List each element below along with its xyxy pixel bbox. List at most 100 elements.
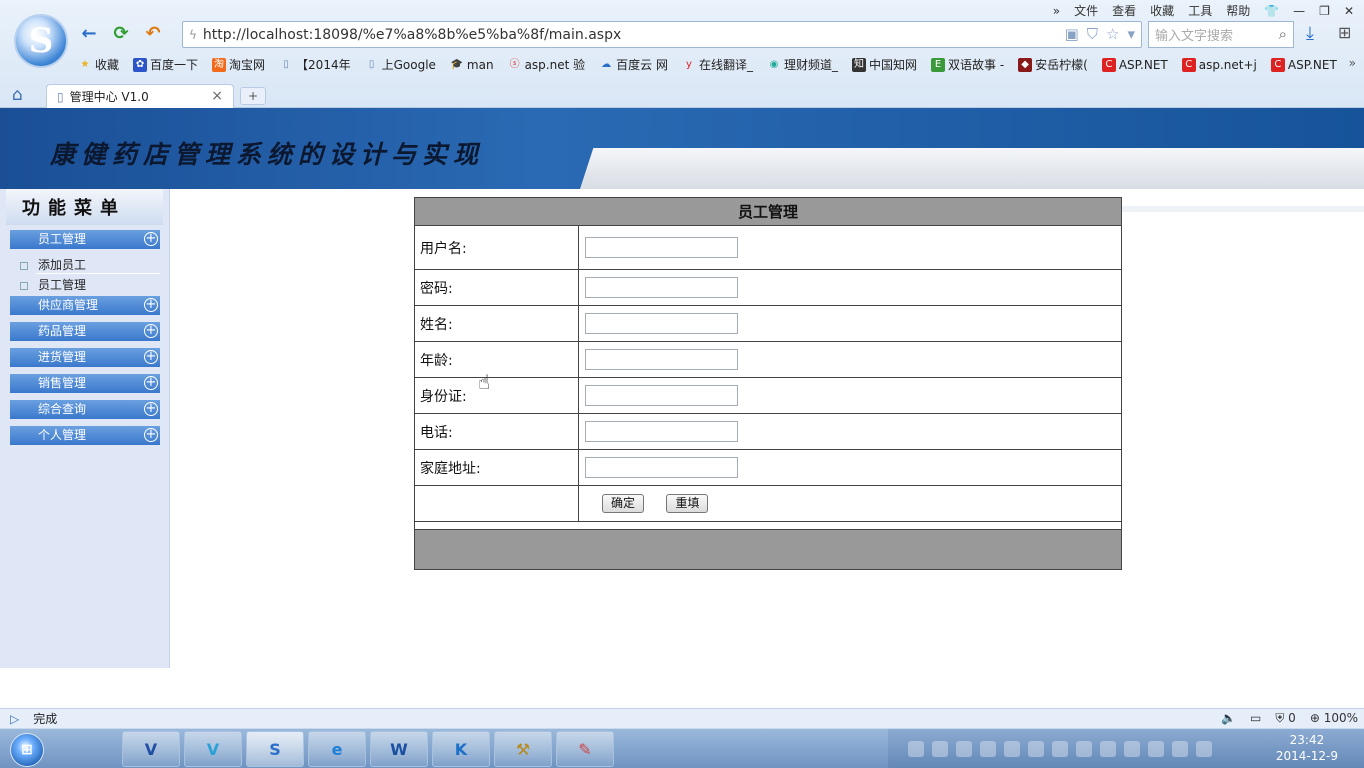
bookmark-aspnet-verify[interactable]: ⓢ asp.net 验 [508,56,586,73]
address-label: 家庭地址: [414,449,579,486]
name-field[interactable] [585,313,738,334]
expand-icon[interactable]: + [144,402,158,416]
taskbar-v-app-icon[interactable]: V [184,731,242,767]
apps-grid-icon[interactable]: ⊞ [1338,23,1351,42]
start-button[interactable]: ⊞ [10,733,44,767]
bookmark-favorites[interactable]: ★ 收藏 [78,56,120,73]
tab-strip: ⌂ ▯ 管理中心 V1.0 × + [0,82,1364,108]
menu-file[interactable]: 文件 [1074,2,1098,19]
sidebar-item-query[interactable]: 综合查询 + [10,400,160,419]
bookmark-translate[interactable]: y 在线翻译_ [682,56,753,73]
taskbar-ie-icon[interactable]: e [308,731,366,767]
tray-ime-icon[interactable] [908,741,924,757]
decorative-line [1122,206,1364,212]
tray-network-icon[interactable] [1148,741,1164,757]
menu-more-icon[interactable]: » [1053,4,1060,18]
restore-button[interactable]: ❐ [1319,4,1330,18]
sidebar-item-suppliers[interactable]: 供应商管理 + [10,296,160,315]
tray-app-icon[interactable] [1004,741,1020,757]
sidebar-subitem-staff-management[interactable]: 员工管理 [20,276,86,293]
tray-qq-icon[interactable] [1076,741,1092,757]
phone-field[interactable] [585,421,738,442]
bookmark-taobao[interactable]: 淘淘宝网 [212,56,265,73]
sidebar-heading: 功能菜单 [6,189,163,225]
home-address-field[interactable] [585,457,738,478]
zoom-level[interactable]: ⊕ 100% [1310,711,1358,726]
bookmark-2014[interactable]: ▯ 【2014年 [279,56,350,73]
bookmark-google[interactable]: ▯ 上Google [365,56,436,73]
confirm-button[interactable]: 确定 [602,494,645,513]
star-icon[interactable]: ☆ [1106,25,1119,43]
expand-icon[interactable]: + [144,232,158,246]
search-icon[interactable]: ⌕ [1279,25,1287,43]
close-window-button[interactable]: ✕ [1344,4,1354,18]
sidebar-subitem-add-staff[interactable]: 添加员工 [20,256,86,273]
sidebar-item-drugs[interactable]: 药品管理 + [10,322,160,341]
tray-qq-icon[interactable] [1100,741,1116,757]
tray-app-icon[interactable] [956,741,972,757]
volume-icon[interactable]: 🔈 [1221,711,1236,726]
skin-icon[interactable]: 👕 [1264,4,1279,18]
expand-icon[interactable]: + [144,298,158,312]
bookmark-anyue[interactable]: ◆ 安岳柠檬( [1018,56,1088,73]
age-field[interactable] [585,349,738,370]
taskbar-paint-icon[interactable]: ✎ [556,731,614,767]
sidebar-item-staff[interactable]: 员工管理 + [10,230,160,249]
menu-help[interactable]: 帮助 [1226,2,1250,19]
search-input[interactable]: 输入文字搜索 ⌕ [1148,21,1294,48]
menu-tools[interactable]: 工具 [1188,2,1212,19]
ad-block-counter[interactable]: ⛨ 0 [1275,711,1295,726]
tray-app-icon[interactable] [1028,741,1044,757]
home-icon[interactable]: ⌂ [12,85,23,105]
password-field[interactable] [585,277,738,298]
device-icon[interactable]: ▭ [1250,711,1261,726]
expand-icon[interactable]: + [144,350,158,364]
tray-app-icon[interactable] [980,741,996,757]
minimize-button[interactable]: — [1293,4,1305,18]
tab-admin-center[interactable]: ▯ 管理中心 V1.0 × [46,84,234,108]
back-arrow-icon[interactable]: ← [78,22,100,44]
undo-icon[interactable]: ↶ [142,22,164,44]
tray-app-icon[interactable] [1052,741,1068,757]
taskbar-visio-icon[interactable]: V [122,731,180,767]
bookmark-baidu-cloud[interactable]: ☁ 百度云 网 [599,56,668,73]
bookmark-aspnet-1[interactable]: C ASP.NET [1101,56,1168,73]
expand-icon[interactable]: + [144,376,158,390]
bookmarks-more-icon[interactable]: » [1349,56,1356,70]
reset-button[interactable]: 重填 [666,494,709,513]
bookmark-stories[interactable]: E 双语故事 - [931,56,1004,73]
taskbar-k-app-icon[interactable]: K [432,731,490,767]
download-icon[interactable]: ⤓ [1306,23,1314,44]
address-bar[interactable]: ϟ http://localhost:18098/%e7%a8%8b%e5%ba… [182,21,1142,48]
close-tab-icon[interactable]: × [211,88,223,104]
menu-view[interactable]: 查看 [1112,2,1136,19]
new-tab-button[interactable]: + [240,87,266,105]
taskbar-browser-icon[interactable]: S [246,731,304,767]
expand-icon[interactable]: + [144,324,158,338]
bookmark-baidu[interactable]: ✿ 百度一下 [133,56,198,73]
menu-favorites[interactable]: 收藏 [1150,2,1174,19]
sidebar-item-purchasing[interactable]: 进货管理 + [10,348,160,367]
dropdown-icon[interactable]: ▾ [1127,25,1135,43]
bookmark-aspnet-2[interactable]: C ASP.NET [1270,56,1337,73]
sidebar-item-sales[interactable]: 销售管理 + [10,374,160,393]
id-card-field[interactable] [585,385,738,406]
tray-app-icon[interactable] [932,741,948,757]
tray-qq-icon[interactable] [1124,741,1140,757]
taskbar-tools-icon[interactable]: ⚒ [494,731,552,767]
bookmark-cnki[interactable]: 知中国知网 [851,56,917,73]
expand-icon[interactable]: + [144,428,158,442]
sidebar-item-personal[interactable]: 个人管理 + [10,426,160,445]
bookmark-man[interactable]: 🎓 man [450,56,494,73]
clock[interactable]: 23:42 2014-12-9 [1276,732,1338,764]
bookmark-finance[interactable]: ◉ 理财频道_ [767,56,838,73]
sidebar-toggle-icon[interactable]: ▷ [10,712,19,726]
taskbar-word-icon[interactable]: W [370,731,428,767]
tray-volume-icon[interactable] [1172,741,1188,757]
refresh-icon[interactable]: ⟳ [110,22,132,44]
tray-app-icon[interactable] [1196,741,1212,757]
shield-icon[interactable]: ⛉ [1087,25,1098,43]
username-field[interactable] [585,237,738,258]
bookmark-aspnet-j[interactable]: Casp.net+j [1181,56,1257,73]
extension-icon[interactable]: ▣ [1065,25,1079,43]
